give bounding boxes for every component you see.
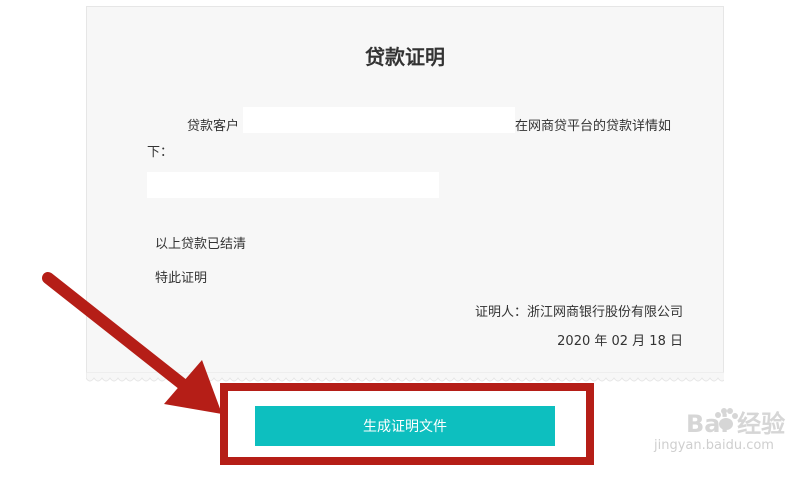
redacted-loan-details bbox=[147, 172, 439, 198]
watermark-brand: Bai 经验 bbox=[686, 410, 786, 438]
watermark-url: jingyan.baidu.com bbox=[654, 438, 774, 453]
settled-statement: 以上贷款已结清 bbox=[155, 237, 247, 252]
certifier-name: 证明人：浙江网商银行股份有限公司 bbox=[474, 305, 683, 320]
customer-label: 贷款客户 bbox=[187, 119, 240, 134]
loan-details-text-continued: 下： bbox=[147, 145, 174, 160]
redacted-customer-name bbox=[243, 107, 515, 133]
certify-statement: 特此证明 bbox=[155, 271, 208, 286]
certificate-card: 贷款证明 贷款客户 在网商贷平台的贷款详情如 下： 以上贷款已结清 特此证明 证… bbox=[86, 6, 724, 378]
certificate-title: 贷款证明 bbox=[365, 45, 445, 69]
loan-details-text: 在网商贷平台的贷款详情如 bbox=[515, 119, 672, 134]
certificate-date: 2020 年 02 月 18 日 bbox=[557, 334, 683, 349]
highlight-frame bbox=[220, 383, 594, 465]
baidu-jingyan-watermark: Bai 经验 jingyan.baidu.com bbox=[650, 402, 800, 462]
